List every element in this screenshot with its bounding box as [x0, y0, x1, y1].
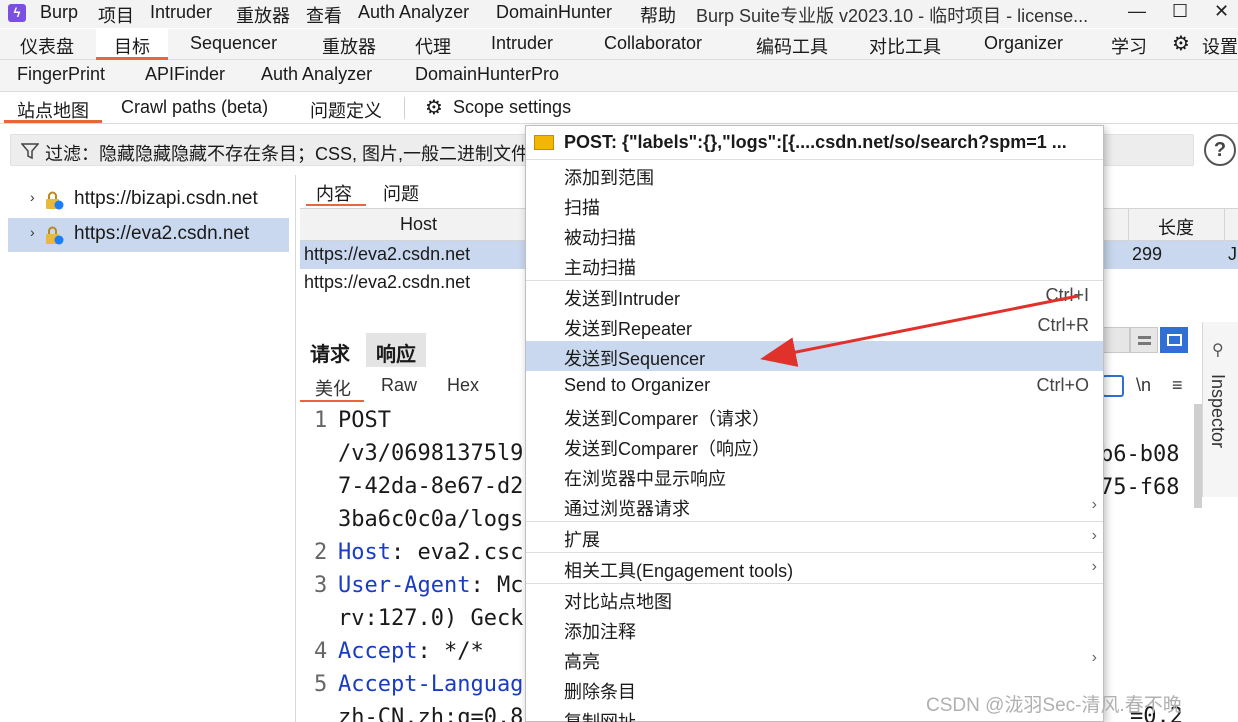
- annotation-arrow: [760, 294, 1079, 367]
- watermark: CSDN @泷羽Sec-清风.春不晚: [926, 695, 1182, 716]
- arrow-line: [760, 294, 1079, 367]
